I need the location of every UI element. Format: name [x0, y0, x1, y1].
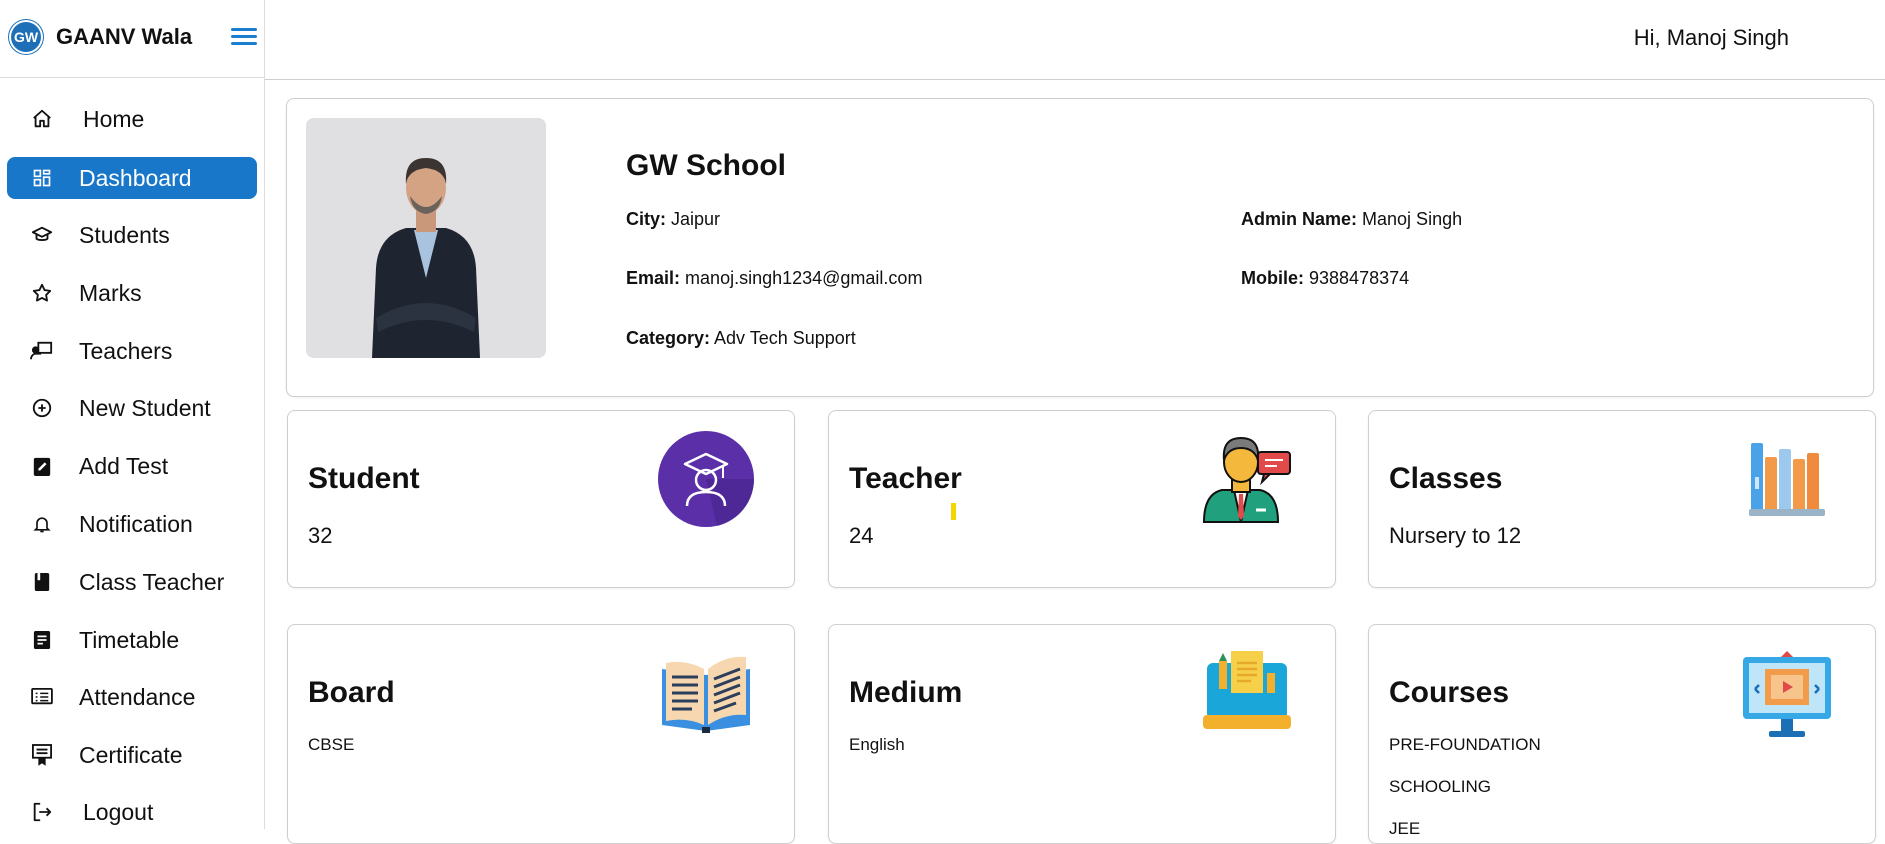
logout-icon — [30, 800, 54, 824]
email-field: Email: manoj.singh1234@gmail.com — [626, 268, 922, 289]
stat-title: Board — [308, 676, 395, 709]
stat-card-courses[interactable]: Courses PRE-FOUNDATION SCHOOLING JEE — [1368, 624, 1876, 844]
monitor-video-icon — [1741, 651, 1833, 752]
course-item: PRE-FOUNDATION — [1389, 735, 1541, 754]
sidebar-item-new-student[interactable]: New Student — [7, 387, 257, 429]
sidebar-item-label: Students — [79, 221, 170, 248]
mobile-value: 9388478374 — [1309, 268, 1410, 288]
sidebar-item-label: Attendance — [79, 683, 196, 710]
sidebar-item-marks[interactable]: Marks — [7, 272, 257, 314]
email-label: Email: — [626, 268, 681, 288]
sidebar-item-label: Notification — [79, 510, 193, 537]
graduation-cap-icon — [30, 223, 54, 247]
stat-value: 32 — [308, 523, 333, 548]
plus-circle-icon — [30, 396, 54, 420]
stat-title: Medium — [849, 676, 963, 709]
clipboard-edit-icon — [30, 454, 54, 478]
document-icon — [30, 628, 54, 652]
sidebar-item-label: Add Test — [79, 452, 169, 479]
admin-name-field: Admin Name: Manoj Singh — [1241, 209, 1462, 230]
sidebar-item-label: New Student — [79, 394, 211, 421]
sidebar-item-label: Marks — [79, 279, 142, 306]
book-icon — [30, 570, 54, 594]
stat-title: Courses — [1389, 676, 1510, 709]
category-field: Category: Adv Tech Support — [626, 328, 856, 349]
hamburger-menu-icon[interactable] — [231, 26, 257, 48]
city-label: City: — [626, 209, 666, 229]
stat-card-classes[interactable]: Classes Nursery to 12 — [1368, 410, 1876, 588]
student-icon — [657, 430, 755, 533]
sidebar-item-attendance[interactable]: Attendance — [7, 676, 257, 718]
sidebar-item-timetable[interactable]: Timetable — [7, 619, 257, 661]
stat-value: Nursery to 12 — [1389, 523, 1522, 548]
cursor-marker — [951, 503, 956, 520]
category-label: Category: — [626, 328, 711, 348]
course-item: JEE — [1389, 819, 1421, 838]
school-profile-card: GW School City: Jaipur Admin Name: Manoj… — [286, 98, 1874, 397]
stat-card-teacher[interactable]: Teacher 24 — [828, 410, 1336, 588]
sidebar-item-teachers[interactable]: Teachers — [7, 330, 257, 372]
stat-card-medium[interactable]: Medium English — [828, 624, 1336, 844]
admin-photo — [306, 118, 546, 358]
brand-bar: GW GAANV Wala — [0, 0, 264, 78]
stat-value: CBSE — [308, 735, 355, 754]
certificate-icon — [30, 743, 54, 767]
stat-value: English — [849, 735, 905, 754]
gaanv-wala-logo[interactable]: GW — [9, 20, 43, 54]
city-value: Jaipur — [671, 209, 721, 229]
stat-title: Teacher — [849, 462, 962, 495]
sidebar-item-notification[interactable]: Notification — [7, 503, 257, 545]
city-field: City: Jaipur — [626, 209, 720, 230]
bell-icon — [30, 512, 54, 536]
category-value: Adv Tech Support — [714, 328, 856, 348]
admin-name-value: Manoj Singh — [1362, 209, 1463, 229]
stat-card-board[interactable]: Board CBSE — [287, 624, 795, 844]
stat-card-student[interactable]: Student 32 — [287, 410, 795, 588]
teacher-icon — [1198, 432, 1296, 529]
email-value: manoj.singh1234@gmail.com — [685, 268, 923, 288]
sidebar-item-certificate[interactable]: Certificate — [7, 734, 257, 776]
books-icon — [1747, 439, 1827, 524]
teacher-board-icon — [30, 339, 54, 363]
sidebar-item-label: Home — [83, 105, 145, 132]
mobile-field: Mobile: 9388478374 — [1241, 268, 1409, 289]
sidebar-item-class-teacher[interactable]: Class Teacher — [7, 561, 257, 603]
user-greeting[interactable]: Hi, Manoj Singh — [1634, 25, 1789, 51]
sidebar-item-label: Timetable — [79, 626, 180, 653]
list-icon — [30, 685, 54, 709]
school-name: GW School — [626, 149, 786, 182]
sidebar-item-label: Class Teacher — [79, 568, 225, 595]
sidebar-item-label: Teachers — [79, 337, 173, 364]
sidebar-item-students[interactable]: Students — [7, 214, 257, 256]
home-icon — [30, 107, 54, 131]
stat-title: Classes — [1389, 462, 1503, 495]
sidebar-item-add-test[interactable]: Add Test — [7, 445, 257, 487]
sidebar-item-home[interactable]: Home — [7, 98, 257, 140]
sidebar-item-label: Dashboard — [79, 164, 192, 191]
admin-name-label: Admin Name: — [1241, 209, 1358, 229]
brand-name: GAANV Wala — [56, 24, 193, 49]
sidebar-item-label: Certificate — [79, 741, 183, 768]
mobile-label: Mobile: — [1241, 268, 1304, 288]
open-book-icon — [660, 655, 752, 738]
star-icon — [30, 281, 54, 305]
sidebar-item-dashboard[interactable]: Dashboard — [7, 157, 257, 199]
course-item: SCHOOLING — [1389, 777, 1492, 796]
sidebar: GW GAANV Wala Home Dashboard Students Ma… — [0, 0, 265, 829]
stat-value: 24 — [849, 523, 874, 548]
laptop-document-icon — [1201, 651, 1293, 740]
sidebar-item-logout[interactable]: Logout — [7, 791, 257, 833]
stat-title: Student — [308, 462, 420, 495]
sidebar-item-label: Logout — [83, 798, 154, 825]
dashboard-icon — [30, 166, 54, 190]
top-bar: Hi, Manoj Singh — [265, 0, 1885, 80]
